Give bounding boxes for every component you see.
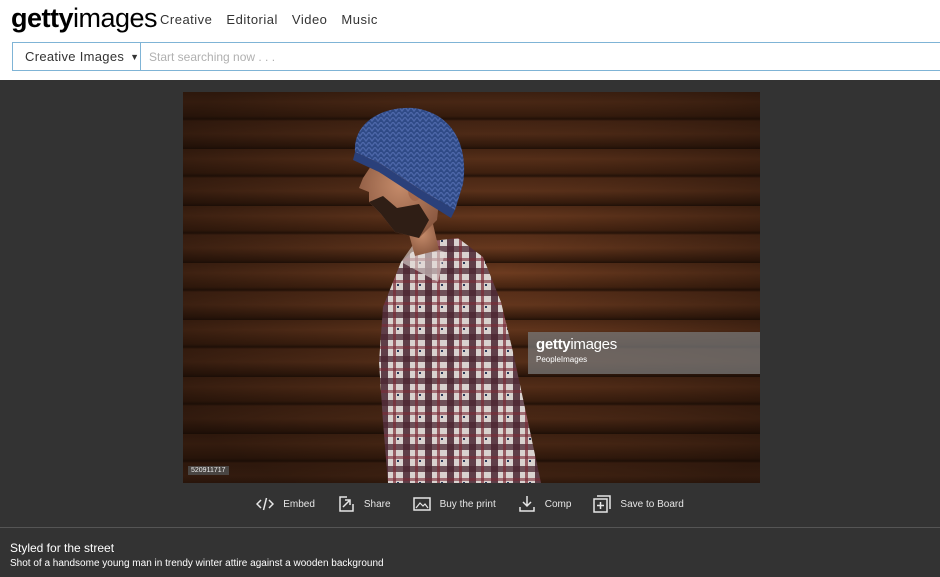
photo-illustration: [353, 107, 541, 483]
image-id-label: 520911717: [188, 466, 229, 475]
search-container: Creative Images ▼: [12, 42, 940, 71]
buy-print-label: Buy the print: [439, 498, 496, 510]
comp-label: Comp: [544, 498, 572, 510]
search-input[interactable]: [141, 43, 940, 70]
embed-label: Embed: [283, 498, 315, 510]
caption-title: Styled for the street: [10, 541, 115, 555]
embed-button[interactable]: Embed: [256, 494, 315, 514]
watermark-overlay: gettyimages PeopleImages: [528, 332, 760, 374]
image-stage: gettyimages PeopleImages 520911717 Embed…: [0, 80, 940, 527]
search-category-label: Creative Images: [25, 49, 125, 64]
picture-icon: [412, 495, 431, 513]
share-icon: [337, 495, 355, 513]
buy-print-button[interactable]: Buy the print: [412, 494, 496, 514]
main-nav: Creative Editorial Video Music: [160, 12, 392, 27]
watermark-logo-bold: getty: [536, 336, 571, 353]
main-photo[interactable]: gettyimages PeopleImages 520911717: [183, 92, 760, 483]
nav-music[interactable]: Music: [341, 12, 377, 27]
save-to-board-label: Save to Board: [620, 498, 684, 510]
share-label: Share: [363, 498, 391, 510]
nav-creative[interactable]: Creative: [160, 12, 212, 27]
nav-editorial[interactable]: Editorial: [226, 12, 277, 27]
comp-button[interactable]: Comp: [518, 494, 572, 514]
chevron-down-icon: ▼: [130, 51, 140, 62]
share-button[interactable]: Share: [337, 494, 391, 514]
watermark-credit: PeopleImages: [536, 355, 588, 364]
download-icon: [518, 495, 536, 513]
add-to-board-icon: [593, 495, 612, 513]
nav-video[interactable]: Video: [292, 12, 328, 27]
logo-light-text: images: [73, 3, 158, 33]
watermark-logo: gettyimages: [536, 336, 617, 353]
save-to-board-button[interactable]: Save to Board: [593, 494, 684, 514]
search-bar: Creative Images ▼: [0, 40, 940, 80]
image-caption: Styled for the street Shot of a handsome…: [0, 528, 940, 577]
search-category-dropdown[interactable]: Creative Images ▼: [13, 43, 141, 70]
gettyimages-logo[interactable]: getty images: [11, 3, 158, 35]
code-icon: [256, 495, 275, 513]
top-navigation-bar: getty images Creative Editorial Video Mus…: [0, 0, 940, 40]
watermark-logo-light: images: [570, 336, 617, 353]
logo-bold-text: getty: [11, 3, 74, 33]
image-actions-toolbar: Embed Share Buy the print Comp Save to B…: [0, 494, 940, 514]
caption-description: Shot of a handsome young man in trendy w…: [10, 558, 384, 569]
